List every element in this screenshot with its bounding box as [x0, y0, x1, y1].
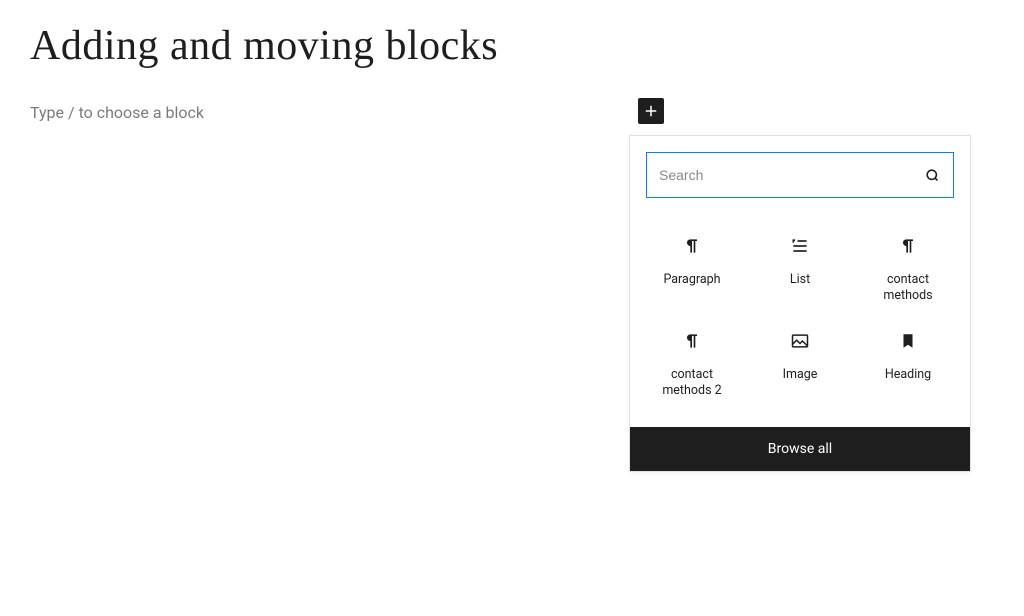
block-grid: Paragraph List contact methods [630, 214, 970, 427]
block-item-label: List [790, 272, 810, 288]
block-item-label: Paragraph [663, 272, 720, 288]
browse-all-button[interactable]: Browse all [630, 427, 970, 471]
block-inserter-popover: Paragraph List contact methods [629, 135, 971, 472]
block-item-label: contact methods 2 [647, 367, 737, 400]
block-item-image[interactable]: Image [746, 315, 854, 410]
image-icon [788, 329, 812, 353]
block-item-heading[interactable]: Heading [854, 315, 962, 410]
block-item-label: Heading [885, 367, 931, 383]
block-placeholder-prompt[interactable]: Type / to choose a block [30, 103, 204, 122]
add-block-button[interactable] [638, 98, 664, 124]
paragraph-icon [896, 234, 920, 258]
paragraph-icon [680, 329, 704, 353]
search-box [646, 152, 954, 198]
block-item-list[interactable]: List [746, 220, 854, 315]
search-input[interactable] [659, 167, 924, 183]
block-item-contact-methods[interactable]: contact methods [854, 220, 962, 315]
block-item-contact-methods-2[interactable]: contact methods 2 [638, 315, 746, 410]
search-container [630, 136, 970, 214]
search-icon [924, 167, 941, 184]
page-title: Adding and moving blocks [30, 22, 498, 70]
bookmark-icon [896, 329, 920, 353]
block-item-paragraph[interactable]: Paragraph [638, 220, 746, 315]
block-item-label: Image [783, 367, 818, 383]
paragraph-icon [680, 234, 704, 258]
list-icon [788, 234, 812, 258]
plus-icon [642, 102, 660, 120]
block-item-label: contact methods [863, 272, 953, 305]
